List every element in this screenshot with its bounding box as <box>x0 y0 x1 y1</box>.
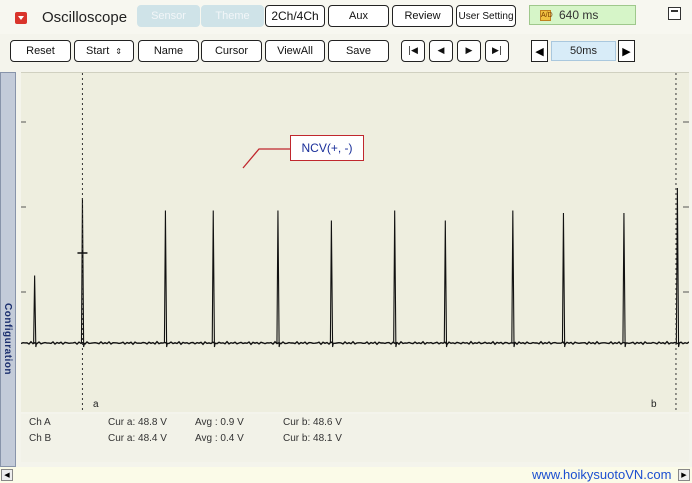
minimize-icon[interactable] <box>668 7 681 20</box>
skip-to-end-icon[interactable]: ▶| <box>485 40 509 62</box>
timebase-value[interactable]: 50ms <box>551 41 616 61</box>
channels-button[interactable]: 2Ch/4Ch <box>265 5 325 27</box>
app-title: Oscilloscope <box>42 9 128 26</box>
start-button[interactable]: Start ⇕ <box>74 40 134 62</box>
sensor-button[interactable]: Sensor <box>137 5 200 27</box>
title-bar: Oscilloscope Sensor Theme 2Ch/4Ch Aux Re… <box>0 0 692 34</box>
review-button[interactable]: Review <box>392 5 453 27</box>
reset-button[interactable]: Reset <box>10 40 71 62</box>
user-setting-button[interactable]: User Setting <box>456 5 516 27</box>
step-forward-icon[interactable]: ▶ <box>457 40 481 62</box>
waveform-spike <box>33 275 38 348</box>
configuration-tab-label: Configuration <box>2 303 13 376</box>
up-down-arrows-icon: ⇕ <box>115 46 122 56</box>
oscilloscope-window: Oscilloscope Sensor Theme 2Ch/4Ch Aux Re… <box>0 0 692 483</box>
aux-button[interactable]: Aux <box>328 5 389 27</box>
app-menu-icon[interactable] <box>15 12 27 24</box>
waveform-spike <box>276 210 281 348</box>
step-back-icon[interactable]: ◀ <box>429 40 453 62</box>
waveform-spike <box>675 187 680 348</box>
channel-a-average: Avg : 0.9 V <box>195 417 244 428</box>
horizontal-scrollbar[interactable]: ◀ www.hoikysuotoVN.com ▶ <box>0 467 692 483</box>
channel-b-cursor-b: Cur b: 48.1 V <box>283 433 342 444</box>
trace-annotation: NCV(+, -) <box>290 135 364 161</box>
channel-a-cursor-b: Cur b: 48.6 V <box>283 417 342 428</box>
skip-to-start-icon[interactable]: |◀ <box>401 40 425 62</box>
channel-b-cursor-a: Cur a: 48.4 V <box>108 433 167 444</box>
channel-a-cursor-a: Cur a: 48.8 V <box>108 417 167 428</box>
waveform-spike <box>511 210 516 348</box>
name-button[interactable]: Name <box>138 40 199 62</box>
channel-b-average: Avg : 0.4 V <box>195 433 244 444</box>
waveform-spike <box>561 212 566 348</box>
waveform-spike <box>211 210 216 348</box>
scroll-left-icon[interactable]: ◀ <box>1 469 13 481</box>
timebase-decrease-icon[interactable]: ◀ <box>531 40 548 62</box>
sample-rate-icon: A/D <box>540 9 553 21</box>
start-button-label: Start <box>86 45 110 57</box>
waveform-baseline <box>21 340 689 346</box>
waveform-spike <box>622 212 627 348</box>
waveform-spike <box>393 210 398 348</box>
waveform-spike <box>163 210 168 348</box>
cursor-a-label: a <box>93 399 99 410</box>
waveform-plot[interactable]: NCV(+, -) a b <box>21 72 689 413</box>
cursor-b-label: b <box>651 399 657 410</box>
scroll-right-icon[interactable]: ▶ <box>678 469 690 481</box>
watermark: www.hoikysuotoVN.com <box>532 467 672 482</box>
configuration-tab[interactable]: Configuration <box>0 72 16 467</box>
channel-a-label: Ch A <box>29 417 51 428</box>
cursor-button[interactable]: Cursor <box>201 40 262 62</box>
capture-time-display: A/D 640 ms <box>529 5 636 25</box>
waveform-spike <box>329 220 334 348</box>
annotation-leader-line <box>242 148 290 169</box>
main-toolbar: Reset Start ⇕ Name Cursor ViewAll Save |… <box>0 37 692 67</box>
channel-b-label: Ch B <box>29 433 52 444</box>
capture-time-value: 640 ms <box>559 8 599 22</box>
save-button[interactable]: Save <box>328 40 389 62</box>
measurement-readouts: Ch A Cur a: 48.8 V Avg : 0.9 V Cur b: 48… <box>21 414 689 462</box>
view-all-button[interactable]: ViewAll <box>265 40 325 62</box>
timebase-increase-icon[interactable]: ▶ <box>618 40 635 62</box>
theme-button[interactable]: Theme <box>201 5 264 27</box>
waveform-canvas <box>21 73 689 413</box>
waveform-spike <box>443 220 448 348</box>
